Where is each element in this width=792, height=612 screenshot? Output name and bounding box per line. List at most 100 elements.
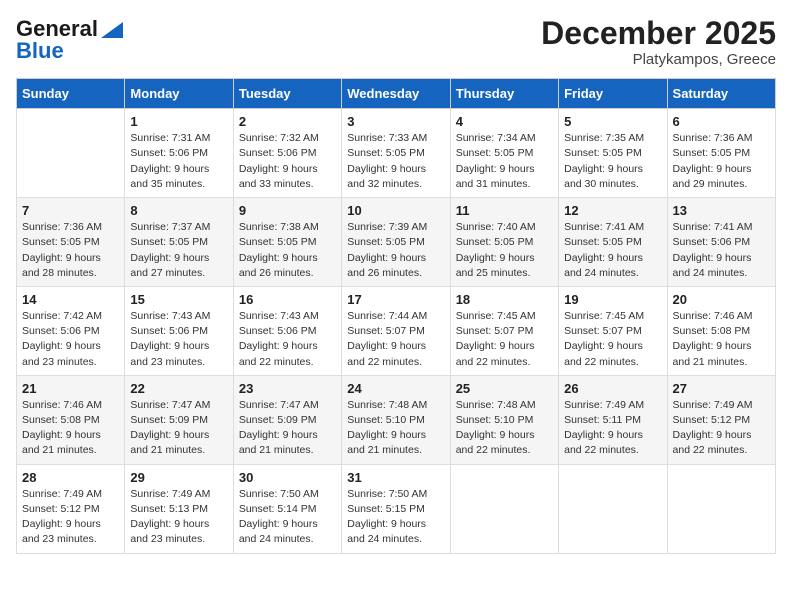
day-number: 17 xyxy=(347,292,444,307)
day-number: 2 xyxy=(239,114,336,129)
header-friday: Friday xyxy=(559,79,667,109)
day-number: 11 xyxy=(456,203,553,218)
calendar-table: SundayMondayTuesdayWednesdayThursdayFrid… xyxy=(16,78,776,553)
day-number: 23 xyxy=(239,381,336,396)
calendar-cell: 23 Sunrise: 7:47 AMSunset: 5:09 PMDayligh… xyxy=(233,375,341,464)
day-info: Sunrise: 7:41 AMSunset: 5:06 PMDaylight:… xyxy=(673,220,770,281)
day-number: 3 xyxy=(347,114,444,129)
title-block: December 2025 Platykampos, Greece xyxy=(541,16,776,68)
day-number: 7 xyxy=(22,203,119,218)
day-number: 29 xyxy=(130,470,227,485)
calendar-cell xyxy=(559,464,667,553)
day-number: 31 xyxy=(347,470,444,485)
day-info: Sunrise: 7:40 AMSunset: 5:05 PMDaylight:… xyxy=(456,220,553,281)
day-info: Sunrise: 7:31 AMSunset: 5:06 PMDaylight:… xyxy=(130,131,227,192)
month-title: December 2025 xyxy=(541,16,776,51)
day-info: Sunrise: 7:49 AMSunset: 5:13 PMDaylight:… xyxy=(130,487,227,548)
calendar-cell: 18Sunrise: 7:45 AMSunset: 5:07 PMDayligh… xyxy=(450,286,558,375)
calendar-cell: 20Sunrise: 7:46 AMSunset: 5:08 PMDayligh… xyxy=(667,286,775,375)
day-number: 14 xyxy=(22,292,119,307)
calendar-cell: 30 Sunrise: 7:50 AMSunset: 5:14 PMDayligh… xyxy=(233,464,341,553)
day-number: 26 xyxy=(564,381,661,396)
day-info: Sunrise: 7:45 AMSunset: 5:07 PMDaylight:… xyxy=(456,309,553,370)
day-info: Sunrise: 7:37 AMSunset: 5:05 PMDaylight:… xyxy=(130,220,227,281)
day-info: Sunrise: 7:41 AMSunset: 5:05 PMDaylight:… xyxy=(564,220,661,281)
calendar-week-4: 21Sunrise: 7:46 AMSunset: 5:08 PMDayligh… xyxy=(17,375,776,464)
calendar-cell: 7 Sunrise: 7:36 AMSunset: 5:05 PMDaylight… xyxy=(17,198,125,287)
calendar-cell: 28Sunrise: 7:49 AMSunset: 5:12 PMDayligh… xyxy=(17,464,125,553)
header-wednesday: Wednesday xyxy=(342,79,450,109)
day-number: 13 xyxy=(673,203,770,218)
calendar-cell: 15 Sunrise: 7:43 AMSunset: 5:06 PMDayligh… xyxy=(125,286,233,375)
day-number: 6 xyxy=(673,114,770,129)
day-info: Sunrise: 7:47 AMSunset: 5:09 PMDaylight:… xyxy=(239,398,336,459)
page-header: General Blue December 2025 Platykampos, … xyxy=(16,16,776,68)
logo-blue: Blue xyxy=(16,38,64,64)
day-info: Sunrise: 7:48 AMSunset: 5:10 PMDaylight:… xyxy=(456,398,553,459)
day-number: 12 xyxy=(564,203,661,218)
calendar-cell: 26Sunrise: 7:49 AMSunset: 5:11 PMDayligh… xyxy=(559,375,667,464)
day-number: 24 xyxy=(347,381,444,396)
calendar-week-3: 14 Sunrise: 7:42 AMSunset: 5:06 PMDayligh… xyxy=(17,286,776,375)
day-info: Sunrise: 7:46 AMSunset: 5:08 PMDaylight:… xyxy=(673,309,770,370)
calendar-cell xyxy=(667,464,775,553)
calendar-cell xyxy=(17,109,125,198)
day-number: 25 xyxy=(456,381,553,396)
calendar-cell: 22Sunrise: 7:47 AMSunset: 5:09 PMDayligh… xyxy=(125,375,233,464)
logo-icon xyxy=(101,22,123,38)
header-monday: Monday xyxy=(125,79,233,109)
calendar-week-2: 7 Sunrise: 7:36 AMSunset: 5:05 PMDaylight… xyxy=(17,198,776,287)
day-number: 9 xyxy=(239,203,336,218)
calendar-cell: 24 Sunrise: 7:48 AMSunset: 5:10 PMDayligh… xyxy=(342,375,450,464)
day-info: Sunrise: 7:46 AMSunset: 5:08 PMDaylight:… xyxy=(22,398,119,459)
day-number: 8 xyxy=(130,203,227,218)
day-info: Sunrise: 7:50 AMSunset: 5:14 PMDaylight:… xyxy=(239,487,336,548)
calendar-cell: 21Sunrise: 7:46 AMSunset: 5:08 PMDayligh… xyxy=(17,375,125,464)
calendar-cell: 31Sunrise: 7:50 AMSunset: 5:15 PMDayligh… xyxy=(342,464,450,553)
calendar-cell: 16Sunrise: 7:43 AMSunset: 5:06 PMDayligh… xyxy=(233,286,341,375)
calendar-cell: 27 Sunrise: 7:49 AMSunset: 5:12 PMDayligh… xyxy=(667,375,775,464)
calendar-cell: 9 Sunrise: 7:38 AMSunset: 5:05 PMDaylight… xyxy=(233,198,341,287)
header-tuesday: Tuesday xyxy=(233,79,341,109)
day-number: 27 xyxy=(673,381,770,396)
calendar-cell: 19 Sunrise: 7:45 AMSunset: 5:07 PMDayligh… xyxy=(559,286,667,375)
day-info: Sunrise: 7:38 AMSunset: 5:05 PMDaylight:… xyxy=(239,220,336,281)
calendar-cell: 12 Sunrise: 7:41 AMSunset: 5:05 PMDayligh… xyxy=(559,198,667,287)
day-number: 10 xyxy=(347,203,444,218)
day-info: Sunrise: 7:43 AMSunset: 5:06 PMDaylight:… xyxy=(130,309,227,370)
calendar-cell: 13 Sunrise: 7:41 AMSunset: 5:06 PMDayligh… xyxy=(667,198,775,287)
day-info: Sunrise: 7:45 AMSunset: 5:07 PMDaylight:… xyxy=(564,309,661,370)
day-number: 30 xyxy=(239,470,336,485)
calendar-cell xyxy=(450,464,558,553)
calendar-cell: 1 Sunrise: 7:31 AMSunset: 5:06 PMDaylight… xyxy=(125,109,233,198)
day-number: 15 xyxy=(130,292,227,307)
calendar-cell: 25 Sunrise: 7:48 AMSunset: 5:10 PMDayligh… xyxy=(450,375,558,464)
day-info: Sunrise: 7:36 AMSunset: 5:05 PMDaylight:… xyxy=(673,131,770,192)
day-info: Sunrise: 7:49 AMSunset: 5:12 PMDaylight:… xyxy=(22,487,119,548)
day-info: Sunrise: 7:35 AMSunset: 5:05 PMDaylight:… xyxy=(564,131,661,192)
header-saturday: Saturday xyxy=(667,79,775,109)
calendar-week-1: 1 Sunrise: 7:31 AMSunset: 5:06 PMDaylight… xyxy=(17,109,776,198)
day-number: 1 xyxy=(130,114,227,129)
day-info: Sunrise: 7:42 AMSunset: 5:06 PMDaylight:… xyxy=(22,309,119,370)
calendar-header-row: SundayMondayTuesdayWednesdayThursdayFrid… xyxy=(17,79,776,109)
day-number: 5 xyxy=(564,114,661,129)
day-info: Sunrise: 7:36 AMSunset: 5:05 PMDaylight:… xyxy=(22,220,119,281)
calendar-cell: 14 Sunrise: 7:42 AMSunset: 5:06 PMDayligh… xyxy=(17,286,125,375)
day-info: Sunrise: 7:43 AMSunset: 5:06 PMDaylight:… xyxy=(239,309,336,370)
calendar-cell: 8 Sunrise: 7:37 AMSunset: 5:05 PMDaylight… xyxy=(125,198,233,287)
day-number: 19 xyxy=(564,292,661,307)
day-info: Sunrise: 7:44 AMSunset: 5:07 PMDaylight:… xyxy=(347,309,444,370)
day-info: Sunrise: 7:49 AMSunset: 5:12 PMDaylight:… xyxy=(673,398,770,459)
calendar-cell: 3 Sunrise: 7:33 AMSunset: 5:05 PMDaylight… xyxy=(342,109,450,198)
day-info: Sunrise: 7:48 AMSunset: 5:10 PMDaylight:… xyxy=(347,398,444,459)
day-info: Sunrise: 7:33 AMSunset: 5:05 PMDaylight:… xyxy=(347,131,444,192)
calendar-cell: 10 Sunrise: 7:39 AMSunset: 5:05 PMDayligh… xyxy=(342,198,450,287)
day-info: Sunrise: 7:39 AMSunset: 5:05 PMDaylight:… xyxy=(347,220,444,281)
calendar-cell: 6 Sunrise: 7:36 AMSunset: 5:05 PMDaylight… xyxy=(667,109,775,198)
day-info: Sunrise: 7:32 AMSunset: 5:06 PMDaylight:… xyxy=(239,131,336,192)
calendar-cell: 5 Sunrise: 7:35 AMSunset: 5:05 PMDaylight… xyxy=(559,109,667,198)
calendar-cell: 17 Sunrise: 7:44 AMSunset: 5:07 PMDayligh… xyxy=(342,286,450,375)
day-info: Sunrise: 7:47 AMSunset: 5:09 PMDaylight:… xyxy=(130,398,227,459)
day-number: 4 xyxy=(456,114,553,129)
